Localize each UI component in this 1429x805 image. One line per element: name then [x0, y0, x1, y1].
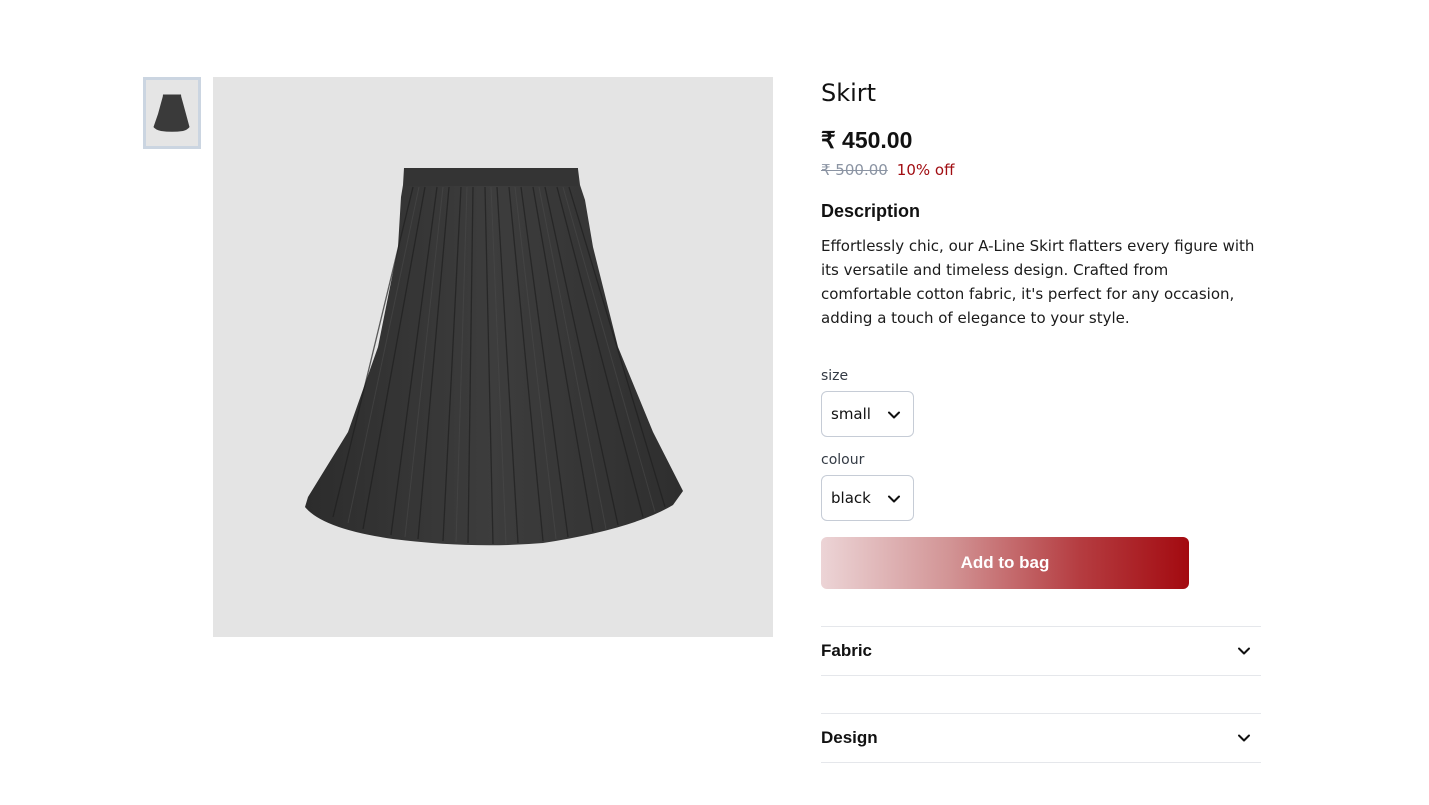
chevron-down-icon: [1238, 647, 1250, 655]
chevron-down-icon: [1238, 734, 1250, 742]
thumbnail-skirt[interactable]: [143, 77, 201, 149]
accordion-design-label: Design: [821, 728, 878, 747]
black-pleated-skirt-image: [305, 168, 683, 546]
accordion-fabric-label: Fabric: [821, 641, 873, 660]
size-selected-value: small: [831, 405, 871, 423]
chevron-down-icon: [888, 411, 900, 419]
product-price: ₹ 450.00: [821, 127, 913, 153]
accordion-fabric[interactable]: Fabric: [821, 626, 1261, 676]
accordion-design[interactable]: Design: [821, 713, 1261, 763]
colour-selected-value: black: [831, 489, 871, 507]
original-price: ₹ 500.00: [821, 161, 888, 179]
description-text: Effortlessly chic, our A-Line Skirt flat…: [821, 237, 1255, 327]
product-info: Skirt ₹ 450.00 ₹ 500.00 10% off Descript…: [821, 78, 1261, 330]
size-select[interactable]: small: [821, 391, 914, 437]
price-details: ₹ 500.00 10% off: [821, 160, 1261, 180]
skirt-thumbnail-icon: [153, 94, 190, 132]
size-label: size: [821, 368, 849, 384]
colour-select[interactable]: black: [821, 475, 914, 521]
chevron-down-icon: [888, 495, 900, 503]
add-to-bag-button[interactable]: Add to bag: [821, 537, 1189, 589]
colour-label: colour: [821, 452, 865, 468]
product-title: Skirt: [821, 79, 877, 107]
description-heading: Description: [821, 201, 921, 221]
discount-badge: 10% off: [896, 161, 955, 179]
main-product-image: [213, 77, 773, 637]
